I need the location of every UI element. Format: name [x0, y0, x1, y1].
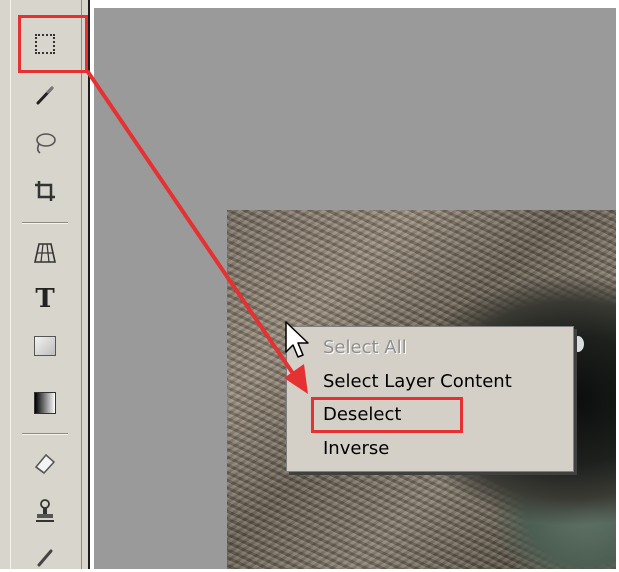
- marquee-tool-annotation-box: [18, 15, 88, 73]
- stamp-icon: [36, 499, 54, 522]
- gradient-tool[interactable]: [28, 388, 62, 418]
- rectangle-shape-tool[interactable]: [28, 331, 62, 361]
- tools-panel: T: [0, 0, 90, 569]
- lasso-icon: [36, 133, 56, 154]
- clone-stamp-tool[interactable]: [28, 496, 62, 526]
- crop-tool[interactable]: [28, 176, 62, 206]
- perspective-grid-icon: [34, 243, 56, 263]
- menu-item-select-layer-content[interactable]: Select Layer Content: [323, 371, 512, 392]
- menu-item-select-all: Select All: [323, 337, 407, 358]
- crop-icon: [35, 181, 55, 201]
- eraser-icon: [34, 453, 56, 475]
- brush-icon: [36, 86, 54, 105]
- type-tool[interactable]: T: [28, 284, 62, 314]
- perspective-grid-tool[interactable]: [28, 238, 62, 268]
- eraser-tool[interactable]: [28, 448, 62, 478]
- eyedropper-icon: [37, 549, 53, 567]
- brush-tool[interactable]: [28, 80, 62, 110]
- menu-item-inverse[interactable]: Inverse: [323, 438, 389, 459]
- rectangle-shape-icon: [34, 336, 56, 356]
- type-icon: T: [35, 284, 55, 314]
- mouse-pointer-icon: [285, 321, 309, 358]
- toolbar-separator: [22, 222, 68, 224]
- screenshot-frame: T Select All Select Layer Content Desele…: [0, 0, 619, 569]
- deselect-annotation-box: [311, 397, 463, 433]
- lasso-tool[interactable]: [28, 128, 62, 158]
- eyedropper-tool[interactable]: [28, 542, 62, 572]
- gradient-icon: [34, 392, 56, 414]
- toolbar-separator: [22, 433, 68, 435]
